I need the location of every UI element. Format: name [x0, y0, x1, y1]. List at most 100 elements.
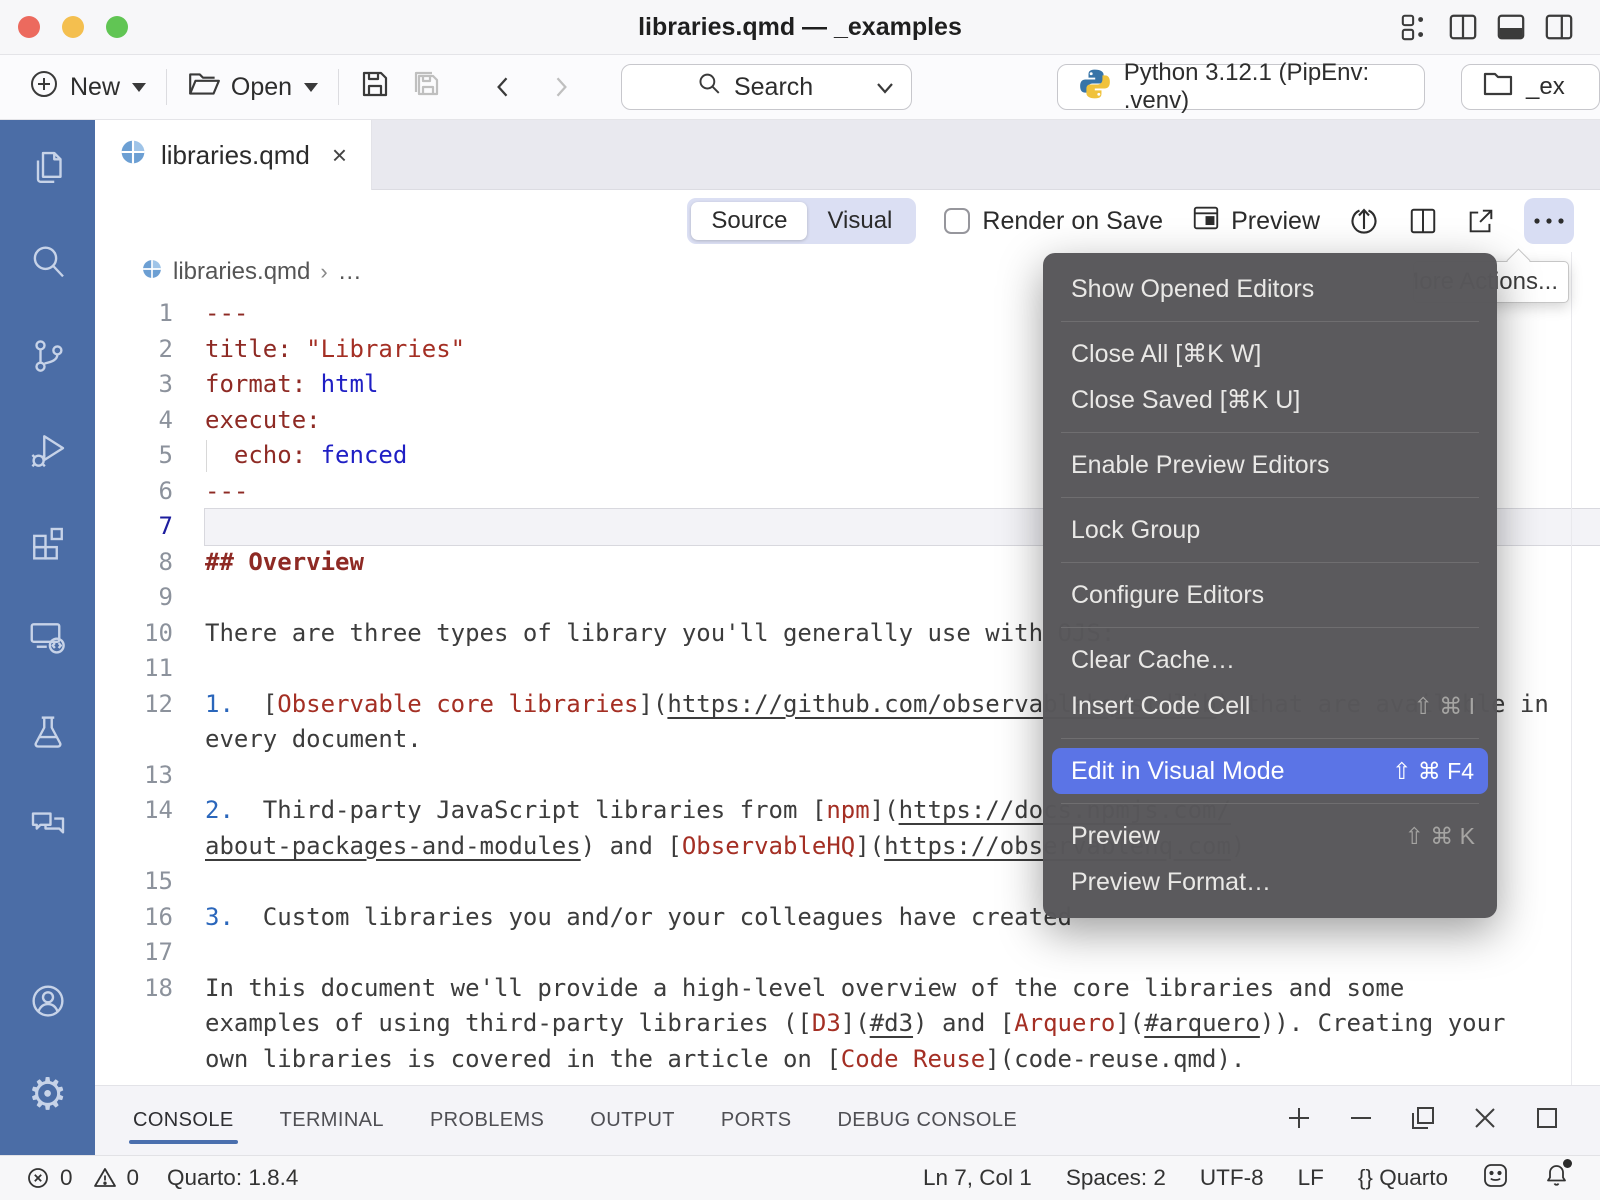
warning-count: 0 [127, 1165, 140, 1191]
activity-bar: ⚙ [0, 120, 95, 1155]
comments-icon [28, 806, 68, 846]
problems-status[interactable]: 0 0 [26, 1165, 139, 1191]
customize-layout-icon[interactable] [1400, 12, 1430, 42]
panel-tab-ports[interactable]: PORTS [721, 1086, 792, 1156]
sidebar-item-run-debug[interactable] [28, 430, 68, 470]
back-button[interactable] [479, 64, 527, 110]
line-number: 5 [95, 438, 173, 474]
quarto-version-status[interactable]: Quarto: 1.8.4 [167, 1165, 298, 1191]
sidebar-item-settings[interactable]: ⚙ [28, 1075, 68, 1115]
maximize-panel-icon[interactable] [1534, 1105, 1560, 1136]
sidebar-item-explorer[interactable] [28, 148, 68, 188]
menu-item-preview[interactable]: Preview⇧ ⌘ K [1043, 813, 1497, 859]
close-panel-icon[interactable] [1472, 1105, 1498, 1136]
close-window-button[interactable] [18, 16, 40, 38]
breadcrumb-file[interactable]: libraries.qmd [173, 258, 310, 286]
code-line[interactable]: 17 [95, 935, 1600, 971]
sidebar-item-remote-explorer[interactable] [28, 618, 68, 658]
forward-button[interactable] [537, 64, 585, 110]
menu-item-shortcut: ⇧ ⌘ F4 [1392, 758, 1474, 785]
menu-item-clear-cache[interactable]: Clear Cache… [1043, 637, 1497, 683]
plus-circle-icon [28, 68, 60, 107]
menu-item-insert-code-cell[interactable]: Insert Code Cell⇧ ⌘ I [1043, 683, 1497, 729]
add-console-icon[interactable] [1286, 1105, 1312, 1136]
render-button[interactable] [1348, 205, 1380, 237]
status-item-utf-8[interactable]: UTF-8 [1200, 1165, 1264, 1191]
restore-panel-icon[interactable] [1410, 1105, 1436, 1136]
line-number [95, 829, 173, 865]
chevron-right-icon: › [320, 259, 327, 285]
titlebar: libraries.qmd — _examples [0, 0, 1600, 55]
sidebar-item-testing[interactable] [28, 712, 68, 752]
sidebar-item-comments[interactable] [28, 806, 68, 846]
status-item-ln-7-col-1[interactable]: Ln 7, Col 1 [923, 1165, 1032, 1191]
sidebar-item-account[interactable] [28, 981, 68, 1021]
code-token: Code Reuse [841, 1045, 986, 1073]
minimize-window-button[interactable] [62, 16, 84, 38]
code-token: --- [205, 299, 248, 327]
status-item-spaces-2[interactable]: Spaces: 2 [1066, 1165, 1166, 1191]
save-all-button[interactable] [401, 64, 453, 110]
preview-button[interactable]: Preview [1191, 203, 1320, 240]
render-on-save-checkbox[interactable] [944, 208, 970, 234]
more-actions-button[interactable] [1524, 198, 1574, 244]
close-tab-icon[interactable]: × [332, 140, 347, 171]
zoom-window-button[interactable] [106, 16, 128, 38]
sidebar-item-source-control[interactable] [28, 336, 68, 376]
status-item-quarto[interactable]: {} Quarto [1358, 1165, 1448, 1191]
interpreter-selector[interactable]: Python 3.12.1 (PipEnv: .venv) [1057, 64, 1425, 110]
code-token: D3 [812, 1009, 841, 1037]
menu-item-enable-preview-editors[interactable]: Enable Preview Editors [1043, 442, 1497, 488]
panel-tab-output[interactable]: OUTPUT [590, 1086, 675, 1156]
sidebar-item-extensions[interactable] [28, 524, 68, 564]
line-number: 17 [95, 935, 173, 971]
line-number: 12 [95, 687, 173, 723]
status-item-lf[interactable]: LF [1298, 1165, 1324, 1191]
breadcrumb-more[interactable]: … [338, 258, 362, 286]
preview-icon [1191, 203, 1221, 240]
code-line[interactable]: examples of using third-party libraries … [95, 1006, 1600, 1042]
search-icon [28, 242, 68, 282]
menu-item-configure-editors[interactable]: Configure Editors [1043, 572, 1497, 618]
source-mode-button[interactable]: Source [691, 202, 807, 240]
open-button[interactable]: Open [177, 64, 328, 110]
code-token: Custom libraries you and/or your colleag… [234, 903, 1072, 931]
new-button[interactable]: New [18, 64, 156, 110]
minimize-panel-icon[interactable] [1348, 1105, 1374, 1136]
workspace-button[interactable]: _ex [1461, 64, 1600, 110]
save-button[interactable] [349, 64, 401, 110]
open-in-new-window-button[interactable] [1466, 206, 1496, 236]
code-line[interactable]: 18In this document we'll provide a high-… [95, 971, 1600, 1007]
menu-item-edit-in-visual-mode[interactable]: Edit in Visual Mode⇧ ⌘ F4 [1052, 748, 1488, 794]
panel-tab-console[interactable]: CONSOLE [133, 1086, 234, 1156]
search-input[interactable]: Search [621, 64, 912, 110]
quarto-file-icon [119, 138, 147, 173]
code-token: fenced [321, 441, 408, 469]
menu-item-show-opened-editors[interactable]: Show Opened Editors [1043, 266, 1497, 312]
code-token: format: [205, 370, 306, 398]
code-token [292, 335, 306, 363]
menu-item-label: Lock Group [1071, 516, 1200, 545]
git-branch-icon [28, 336, 68, 376]
panel-tab-debug-console[interactable]: DEBUG CONSOLE [837, 1086, 1017, 1156]
menu-item-close-saved-k-u[interactable]: Close Saved [⌘K U] [1043, 377, 1497, 423]
tab-libraries-qmd[interactable]: libraries.qmd × [95, 120, 372, 190]
menu-item-close-all-k-w[interactable]: Close All [⌘K W] [1043, 331, 1497, 377]
menu-item-preview-format[interactable]: Preview Format… [1043, 859, 1497, 905]
split-editor-button[interactable] [1408, 206, 1438, 236]
code-token: ]( [841, 1009, 870, 1037]
notifications-bell-icon[interactable] [1543, 1162, 1570, 1195]
panel-tab-terminal[interactable]: TERMINAL [280, 1086, 384, 1156]
feedback-smiley-icon[interactable] [1482, 1162, 1509, 1195]
visual-mode-button[interactable]: Visual [807, 202, 912, 240]
sidebar-item-search[interactable] [28, 242, 68, 282]
menu-separator [1061, 738, 1479, 739]
toggle-panel-icon[interactable] [1496, 12, 1526, 42]
code-token: examples of using third-party libraries … [205, 1009, 812, 1037]
chevron-down-icon[interactable] [875, 73, 895, 102]
toggle-secondary-sidebar-icon[interactable] [1544, 12, 1574, 42]
menu-item-lock-group[interactable]: Lock Group [1043, 507, 1497, 553]
split-editor-layout-icon[interactable] [1448, 12, 1478, 42]
code-line[interactable]: own libraries is covered in the article … [95, 1042, 1600, 1078]
panel-tab-problems[interactable]: PROBLEMS [430, 1086, 544, 1156]
